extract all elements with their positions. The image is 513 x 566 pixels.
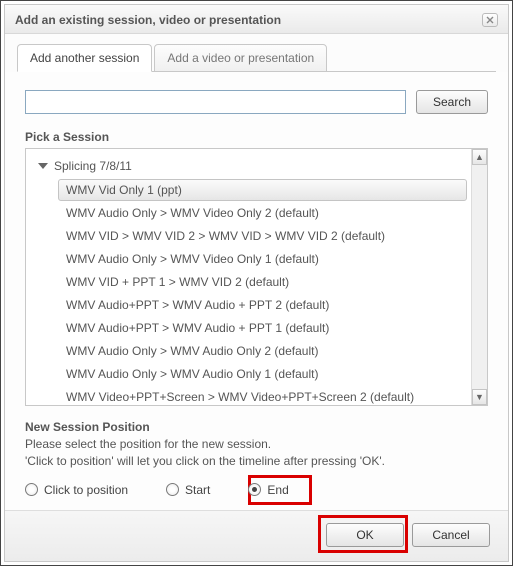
dialog-title: Add an existing session, video or presen…	[15, 13, 281, 27]
tree-item[interactable]: WMV Audio Only > WMV Video Only 1 (defau…	[58, 248, 467, 270]
tab-add-video[interactable]: Add a video or presentation	[154, 44, 327, 72]
search-input[interactable]	[25, 90, 406, 114]
dialog-button-bar: OK Cancel	[5, 510, 508, 561]
radio-label: Start	[185, 483, 210, 497]
scroll-up-button[interactable]: ▲	[472, 149, 487, 165]
radio-icon	[25, 483, 38, 496]
position-title: New Session Position	[25, 420, 488, 434]
position-radio-group: Click to position Start End	[25, 483, 488, 497]
ok-button[interactable]: OK	[326, 523, 404, 547]
close-button[interactable]	[482, 13, 498, 27]
radio-label: Click to position	[44, 483, 128, 497]
tab-add-session[interactable]: Add another session	[17, 44, 152, 72]
radio-icon	[166, 483, 179, 496]
tree-item[interactable]: WMV Audio Only > WMV Audio Only 1 (defau…	[58, 363, 467, 385]
tree-node-splicing[interactable]: Splicing 7/8/11	[34, 157, 467, 175]
tabs: Add another session Add a video or prese…	[5, 34, 508, 72]
tree-node-label: Splicing 7/8/11	[54, 159, 132, 173]
scroll-down-button[interactable]: ▼	[472, 389, 487, 405]
close-icon	[486, 16, 494, 24]
dialog-add-session: Add an existing session, video or presen…	[4, 4, 509, 562]
scroll-track[interactable]	[472, 165, 487, 389]
tree-item[interactable]: WMV VID > WMV VID 2 > WMV VID > WMV VID …	[58, 225, 467, 247]
pick-session-title: Pick a Session	[25, 130, 488, 144]
search-button[interactable]: Search	[416, 90, 488, 114]
tree-item[interactable]: WMV Vid Only 1 (ppt)	[58, 179, 467, 201]
session-tree: Splicing 7/8/11 WMV Vid Only 1 (ppt)WMV …	[25, 148, 488, 406]
radio-end[interactable]: End	[248, 483, 288, 497]
search-row: Search	[25, 90, 488, 114]
radio-start[interactable]: Start	[166, 483, 210, 497]
position-section: New Session Position Please select the p…	[25, 420, 488, 497]
tree-item[interactable]: WMV Video+PPT+Screen > WMV Video+PPT+Scr…	[58, 386, 467, 405]
radio-click-to-position[interactable]: Click to position	[25, 483, 128, 497]
chevron-down-icon	[38, 163, 48, 169]
tab-content: Search Pick a Session Splicing 7/8/11 WM…	[5, 72, 508, 510]
radio-icon	[248, 483, 261, 496]
tree-item[interactable]: WMV Audio Only > WMV Audio Only 2 (defau…	[58, 340, 467, 362]
tree-item[interactable]: WMV VID + PPT 1 > WMV VID 2 (default)	[58, 271, 467, 293]
cancel-button[interactable]: Cancel	[412, 523, 490, 547]
titlebar: Add an existing session, video or presen…	[5, 5, 508, 34]
position-desc: Please select the position for the new s…	[25, 436, 488, 471]
tree-item[interactable]: WMV Audio Only > WMV Video Only 2 (defau…	[58, 202, 467, 224]
tree-item[interactable]: WMV Audio+PPT > WMV Audio + PPT 1 (defau…	[58, 317, 467, 339]
scrollbar[interactable]: ▲ ▼	[471, 149, 487, 405]
tree-item[interactable]: WMV Audio+PPT > WMV Audio + PPT 2 (defau…	[58, 294, 467, 316]
radio-label: End	[267, 483, 288, 497]
